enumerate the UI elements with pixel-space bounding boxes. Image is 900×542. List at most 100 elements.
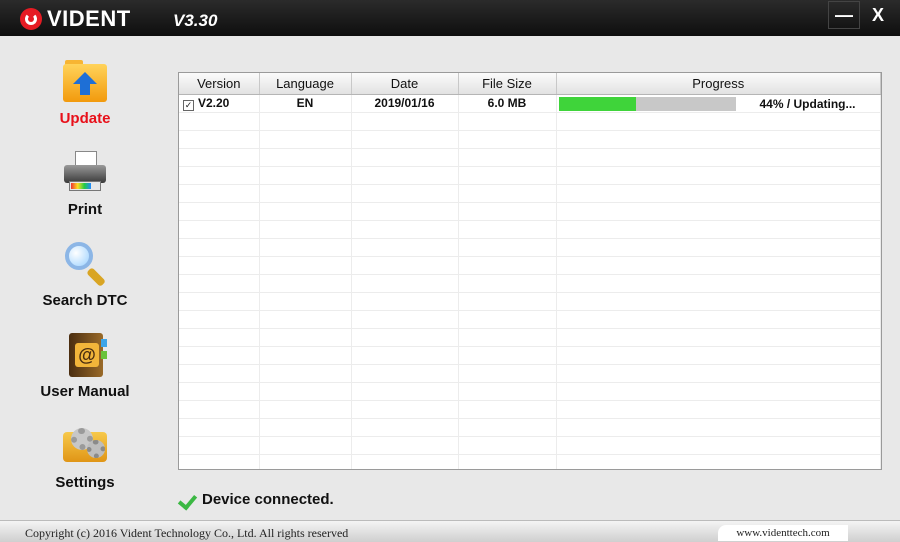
version-value: V2.20: [198, 95, 230, 110]
column-header-language[interactable]: Language: [259, 73, 352, 95]
sidebar-item-print[interactable]: Print: [20, 149, 150, 218]
empty-cell: [556, 346, 881, 365]
gears-icon: [61, 422, 109, 470]
empty-cell: [179, 130, 260, 149]
empty-cell: [556, 364, 881, 383]
empty-cell: [351, 436, 459, 455]
empty-cell: [458, 382, 557, 401]
empty-cell: [458, 400, 557, 419]
empty-cell: [458, 256, 557, 275]
empty-cell: [259, 382, 352, 401]
column-header-progress[interactable]: Progress: [556, 73, 881, 95]
empty-cell: [351, 418, 459, 437]
empty-row: [179, 364, 881, 383]
website-link[interactable]: www.videnttech.com: [718, 525, 848, 541]
empty-cell: [259, 220, 352, 239]
update-table: Version Language Date File Size Progress…: [178, 72, 882, 470]
empty-cell: [179, 328, 260, 347]
language-cell: EN: [259, 94, 352, 113]
empty-cell: [179, 202, 260, 221]
empty-cell: [458, 454, 557, 469]
empty-cell: [556, 184, 881, 203]
row-checkbox[interactable]: ✓: [183, 99, 194, 111]
column-header-file-size[interactable]: File Size: [458, 73, 557, 95]
empty-row: [179, 166, 881, 185]
empty-cell: [458, 130, 557, 149]
empty-cell: [351, 112, 459, 131]
empty-cell: [556, 274, 881, 293]
empty-row: [179, 400, 881, 419]
progress-cell: 44% / Updating...: [556, 94, 881, 113]
empty-cell: [179, 310, 260, 329]
empty-cell: [351, 292, 459, 311]
empty-cell: [556, 382, 881, 401]
table-row[interactable]: ✓ V2.20 EN 2019/01/16 6.0 MB 44% / Updati…: [179, 94, 881, 113]
empty-row: [179, 220, 881, 239]
empty-cell: [458, 184, 557, 203]
sidebar-item-label: Update: [59, 110, 111, 127]
vident-logo-icon: [20, 8, 42, 30]
magnifier-icon: [61, 240, 109, 288]
empty-cell: [179, 184, 260, 203]
empty-cell: [259, 274, 352, 293]
empty-cell: [351, 346, 459, 365]
empty-cell: [179, 292, 260, 311]
empty-cell: [458, 238, 557, 257]
empty-row: [179, 184, 881, 203]
title-bar: VIDENT V3.30 — X: [0, 0, 900, 36]
empty-cell: [458, 328, 557, 347]
empty-cell: [259, 184, 352, 203]
copyright-text: Copyright (c) 2016 Vident Technology Co.…: [25, 526, 349, 540]
progress-text: 44% / Updating...: [759, 96, 856, 111]
column-header-date[interactable]: Date: [351, 73, 459, 95]
empty-cell: [556, 166, 881, 185]
app-version: V3.30: [173, 11, 218, 30]
empty-cell: [259, 436, 352, 455]
checkmark-icon: [178, 490, 200, 508]
empty-row: [179, 202, 881, 221]
sidebar-item-label: Print: [67, 201, 103, 218]
progress-bar: [558, 96, 736, 111]
empty-cell: [458, 436, 557, 455]
empty-row: [179, 130, 881, 149]
empty-cell: [458, 346, 557, 365]
folder-update-icon: [61, 58, 109, 106]
empty-cell: [556, 220, 881, 239]
empty-cell: [259, 256, 352, 275]
sidebar-item-settings[interactable]: Settings: [20, 422, 150, 491]
empty-row: [179, 256, 881, 275]
empty-cell: [179, 148, 260, 167]
close-button[interactable]: X: [862, 1, 894, 29]
empty-row: [179, 436, 881, 455]
empty-cell: [179, 112, 260, 131]
empty-cell: [458, 148, 557, 167]
empty-cell: [458, 310, 557, 329]
sidebar-item-search-dtc[interactable]: Search DTC: [20, 240, 150, 309]
empty-cell: [556, 328, 881, 347]
empty-row: [179, 382, 881, 401]
sidebar-item-label: Search DTC: [42, 292, 128, 309]
empty-cell: [259, 346, 352, 365]
empty-cell: [351, 184, 459, 203]
date-cell: 2019/01/16: [351, 94, 459, 113]
version-cell: ✓ V2.20: [179, 94, 260, 113]
empty-cell: [458, 202, 557, 221]
empty-cell: [179, 346, 260, 365]
minimize-button[interactable]: —: [828, 1, 860, 29]
empty-cell: [351, 274, 459, 293]
empty-cell: [556, 310, 881, 329]
empty-cell: [179, 400, 260, 419]
empty-cell: [259, 148, 352, 167]
empty-cell: [351, 328, 459, 347]
sidebar-item-update[interactable]: Update: [20, 58, 150, 127]
empty-row: [179, 274, 881, 293]
empty-cell: [259, 418, 352, 437]
empty-cell: [351, 202, 459, 221]
empty-cell: [351, 130, 459, 149]
sidebar-item-user-manual[interactable]: @ User Manual: [20, 331, 150, 400]
column-header-version[interactable]: Version: [179, 73, 260, 95]
printer-icon: [61, 149, 109, 197]
empty-cell: [556, 256, 881, 275]
status-text: Device connected.: [202, 490, 334, 508]
empty-cell: [259, 310, 352, 329]
